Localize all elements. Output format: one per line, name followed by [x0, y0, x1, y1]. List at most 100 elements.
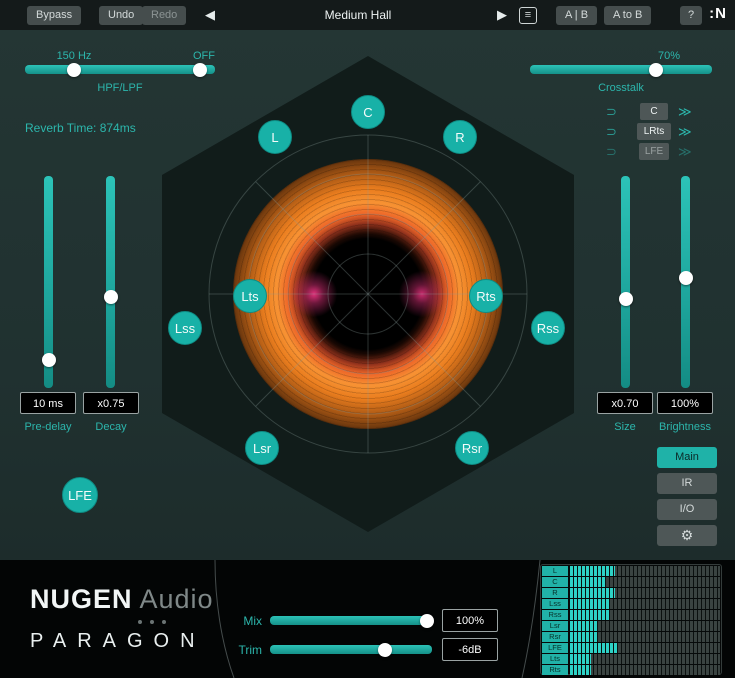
channel-node-rss[interactable]: Rss: [531, 311, 565, 345]
undo-button[interactable]: Undo: [99, 6, 143, 25]
mix-label: Mix: [222, 614, 262, 628]
lpf-handle[interactable]: [193, 63, 207, 77]
channel-node-lss[interactable]: Lss: [168, 311, 202, 345]
hpf-lpf-slider[interactable]: [25, 65, 215, 74]
meter-fill: [570, 599, 609, 609]
redo-button[interactable]: Redo: [142, 6, 186, 25]
meter-channel-label: Rts: [542, 665, 568, 675]
trim-handle[interactable]: [378, 643, 392, 657]
channel-node-lts[interactable]: Lts: [233, 279, 267, 313]
decay-label: Decay: [71, 421, 151, 433]
decay-value[interactable]: x0.75: [83, 392, 139, 414]
mix-slider[interactable]: [270, 616, 432, 625]
ab-compare-button[interactable]: A | B: [556, 6, 597, 25]
trim-slider[interactable]: [270, 645, 432, 654]
crosstalk-value: 70%: [641, 50, 697, 62]
next-preset-icon[interactable]: ▶: [497, 4, 507, 26]
routing-lrts-button[interactable]: LRts: [637, 123, 671, 140]
meter-row: Rsr: [542, 632, 720, 642]
routing-return-icon[interactable]: ⊃: [606, 123, 617, 141]
hpf-handle[interactable]: [67, 63, 81, 77]
brand-nugen: NUGEN: [30, 584, 133, 614]
meter-track: [570, 588, 720, 598]
mix-handle[interactable]: [420, 614, 434, 628]
routing-send-icon[interactable]: ≫: [678, 123, 692, 141]
pre-delay-value[interactable]: 10 ms: [20, 392, 76, 414]
routing-row-lfe: ⊃ LFE ≫: [0, 143, 735, 161]
pre-delay-handle[interactable]: [42, 353, 56, 367]
channel-node-rsr[interactable]: Rsr: [455, 431, 489, 465]
meter-channel-label: Lss: [542, 599, 568, 609]
meter-row: Lts: [542, 654, 720, 664]
brightness-handle[interactable]: [679, 271, 693, 285]
meter-track: [570, 643, 720, 653]
hpf-value: 150 Hz: [46, 50, 102, 62]
brightness-label: Brightness: [645, 421, 725, 433]
size-value[interactable]: x0.70: [597, 392, 653, 414]
routing-send-icon[interactable]: ≫: [678, 103, 692, 121]
help-button[interactable]: ?: [680, 6, 702, 25]
meter-row: L: [542, 566, 720, 576]
tab-main[interactable]: Main: [657, 447, 717, 468]
routing-lfe-button[interactable]: LFE: [639, 143, 669, 160]
brand-audio: Audio: [140, 584, 214, 614]
preset-name[interactable]: Medium Hall: [278, 0, 438, 30]
meter-row: Lsr: [542, 621, 720, 631]
channel-node-lfe[interactable]: LFE: [62, 477, 98, 513]
meter-track: [570, 599, 720, 609]
meter-fill: [570, 665, 591, 675]
channel-node-rts[interactable]: Rts: [469, 279, 503, 313]
meter-row: C: [542, 577, 720, 587]
routing-c-button[interactable]: C: [640, 103, 668, 120]
meter-fill: [570, 577, 606, 587]
crosstalk-handle[interactable]: [649, 63, 663, 77]
settings-gear-icon[interactable]: ⚙: [657, 525, 717, 546]
meter-channel-label: C: [542, 577, 568, 587]
tab-ir[interactable]: IR: [657, 473, 717, 494]
bypass-button[interactable]: Bypass: [27, 6, 81, 25]
tab-io[interactable]: I/O: [657, 499, 717, 520]
meter-fill: [570, 654, 591, 664]
meter-track: [570, 621, 720, 631]
channel-node-lsr[interactable]: Lsr: [245, 431, 279, 465]
routing-send-icon[interactable]: ≫: [678, 143, 692, 161]
meter-fill: [570, 610, 609, 620]
meter-track: [570, 665, 720, 675]
brand-dots: [138, 620, 166, 624]
meter-fill: [570, 632, 597, 642]
meter-row: R: [542, 588, 720, 598]
meter-row: Lss: [542, 599, 720, 609]
meter-row: Rss: [542, 610, 720, 620]
output-meters-panel: L C R Lss Rss Lsr: [540, 564, 722, 675]
meter-track: [570, 566, 720, 576]
nugen-logo: :N: [709, 5, 727, 22]
meter-track: [570, 654, 720, 664]
meter-channel-label: Lts: [542, 654, 568, 664]
decay-handle[interactable]: [104, 290, 118, 304]
meter-track: [570, 610, 720, 620]
routing-return-icon[interactable]: ⊃: [606, 143, 617, 161]
a-to-b-button[interactable]: A to B: [604, 6, 651, 25]
meter-track: [570, 577, 720, 587]
hpf-lpf-label: HPF/LPF: [92, 82, 148, 94]
routing-row-c: ⊃ C ≫: [0, 103, 735, 121]
preset-menu-icon[interactable]: ≡: [519, 7, 537, 24]
crosstalk-slider[interactable]: [530, 65, 712, 74]
meter-channel-label: LFE: [542, 643, 568, 653]
brightness-slider[interactable]: [681, 176, 690, 388]
size-handle[interactable]: [619, 292, 633, 306]
trim-value[interactable]: -6dB: [442, 638, 498, 661]
routing-row-lrts: ⊃ LRts ≫: [0, 123, 735, 141]
meter-channel-label: Lsr: [542, 621, 568, 631]
footer-bar: NUGENAudio PARAGON Mix 100% Trim -6dB L …: [0, 560, 735, 678]
mix-value[interactable]: 100%: [442, 609, 498, 632]
decay-slider[interactable]: [106, 176, 115, 388]
meter-channel-label: Rsr: [542, 632, 568, 642]
brightness-value[interactable]: 100%: [657, 392, 713, 414]
title-bar: Bypass Undo Redo ◀ Medium Hall ▶ ≡ A | B…: [0, 0, 735, 30]
size-slider[interactable]: [621, 176, 630, 388]
routing-return-icon[interactable]: ⊃: [606, 103, 617, 121]
pre-delay-slider[interactable]: [44, 176, 53, 388]
brand-wordmark: NUGENAudio: [30, 584, 214, 615]
previous-preset-icon[interactable]: ◀: [205, 4, 215, 26]
